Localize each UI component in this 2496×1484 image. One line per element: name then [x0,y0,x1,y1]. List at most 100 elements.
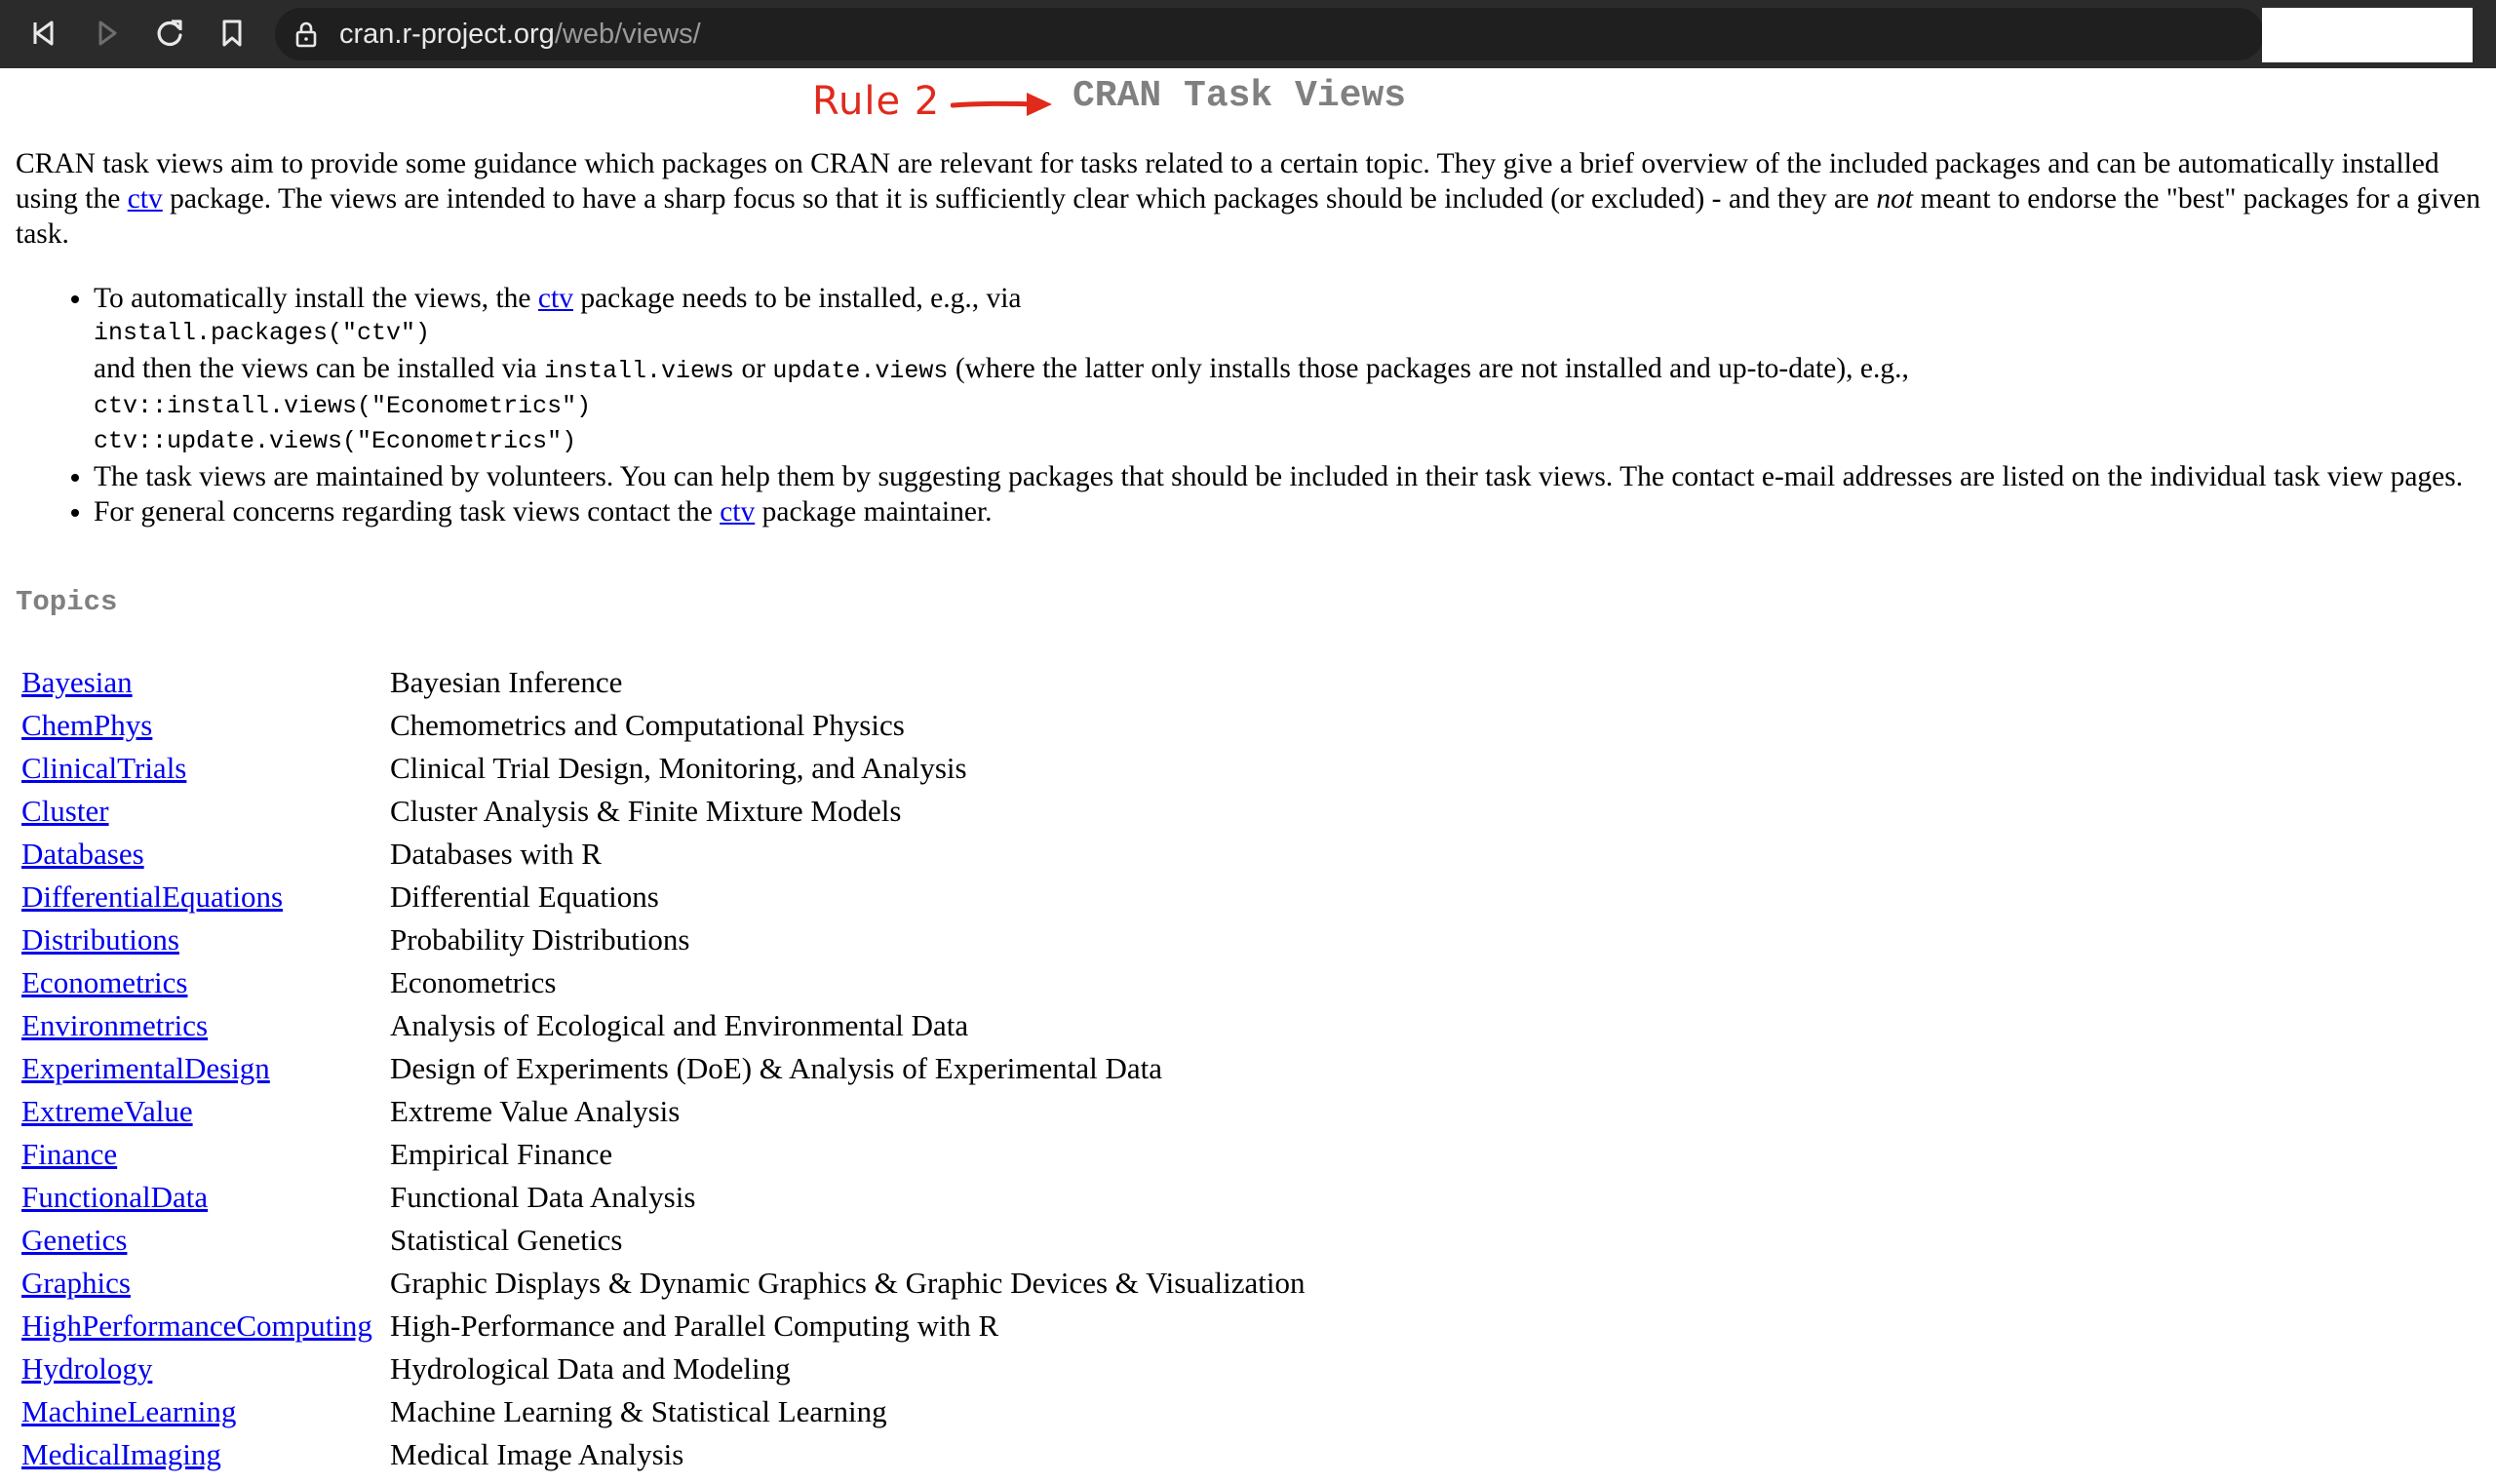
topic-description: Clinical Trial Design, Monitoring, and A… [390,751,967,785]
topic-name-cell: HighPerformanceComputing [16,1305,384,1347]
topic-link[interactable]: ChemPhys [21,708,152,742]
topic-link[interactable]: ExperimentalDesign [21,1051,270,1085]
topic-description: Extreme Value Analysis [390,1094,681,1128]
topic-link[interactable]: Databases [21,837,144,871]
table-row: Distributions Probability Distributions [16,918,1311,961]
intro-emphasis: not [1876,183,1914,215]
topics-table-body: Bayesian Bayesian Inference ChemPhys Chemom… [16,661,1311,1476]
list-item: The task views are maintained by volunte… [94,459,2496,494]
reload-icon[interactable] [150,14,189,53]
topic-description: Machine Learning & Statistical Learning [390,1394,887,1428]
annotation-label: Rule 2 [812,79,941,124]
topics-table: Bayesian Bayesian Inference ChemPhys Chemom… [16,661,1311,1476]
table-row: Graphics Graphic Displays & Dynamic Graph… [16,1262,1311,1305]
page-content: Rule 2 CRAN Task Views CRAN task views a… [0,68,2496,1484]
topic-name-cell: Cluster [16,790,384,833]
table-row: MedicalImaging Medical Image Analysis [16,1433,1311,1476]
topic-description: Differential Equations [390,879,659,914]
topic-name-cell: Graphics [16,1262,384,1305]
code-install-views: install.views [544,357,735,385]
topic-description: Bayesian Inference [390,665,623,699]
topic-link[interactable]: Econometrics [21,965,187,999]
topic-name-cell: Genetics [16,1219,384,1262]
ctv-link[interactable]: ctv [720,496,755,527]
topic-description: Hydrological Data and Modeling [390,1351,791,1386]
topic-name-cell: Environmetrics [16,1004,384,1047]
redacted-area [2262,8,2473,62]
topic-link[interactable]: HighPerformanceComputing [21,1308,372,1343]
topic-link[interactable]: MedicalImaging [21,1437,221,1471]
table-row: ChemPhys Chemometrics and Computational P… [16,704,1311,747]
table-row: ClinicalTrials Clinical Trial Design, Mon… [16,747,1311,790]
topic-name-cell: MedicalImaging [16,1433,384,1476]
topic-link[interactable]: Environmetrics [21,1008,208,1042]
topic-description: High-Performance and Parallel Computing … [390,1308,999,1343]
topic-name-cell: Hydrology [16,1347,384,1390]
forward-icon[interactable] [88,14,127,53]
table-row: Genetics Statistical Genetics [16,1219,1311,1262]
topic-description: Medical Image Analysis [390,1437,684,1471]
list-item: For general concerns regarding task view… [94,494,2496,529]
table-row: Bayesian Bayesian Inference [16,661,1311,704]
browser-toolbar: cran.r-project.org/web/views/ [0,0,2496,68]
topic-description: Probability Distributions [390,922,690,957]
bullet-text: (where the latter only installs those pa… [948,353,1909,384]
topic-name-cell: ClinicalTrials [16,747,384,790]
code-ctv-install: ctv::install.views("Econometrics") [94,392,592,420]
table-row: Environmetrics Analysis of Ecological and… [16,1004,1311,1047]
topic-link[interactable]: Genetics [21,1223,127,1257]
topic-link[interactable]: MachineLearning [21,1394,236,1428]
bullet-text: and then the views can be installed via [94,353,545,384]
ctv-link[interactable]: ctv [538,283,573,314]
topic-link[interactable]: Cluster [21,794,109,828]
code-install-packages: install.packages("ctv") [94,319,431,347]
table-row: MachineLearning Machine Learning & Statis… [16,1390,1311,1433]
url-host: cran.r-project.org [339,19,555,50]
topic-link[interactable]: DifferentialEquations [21,879,283,914]
bullet-text: To automatically install the views, the [94,283,538,314]
ctv-link[interactable]: ctv [128,183,163,215]
table-row: Databases Databases with R [16,833,1311,876]
bookmark-icon[interactable] [213,14,252,53]
lock-icon [294,20,318,48]
intro-paragraph: CRAN task views aim to provide some guid… [16,146,2486,252]
info-list: To automatically install the views, the … [0,281,2496,529]
topic-link[interactable]: ExtremeValue [21,1094,193,1128]
table-row: HighPerformanceComputing High-Performance… [16,1305,1311,1347]
topic-link[interactable]: Graphics [21,1266,131,1300]
topic-description: Graphic Displays & Dynamic Graphics & Gr… [390,1266,1306,1300]
topic-description: Empirical Finance [390,1137,613,1171]
topic-name-cell: Bayesian [16,661,384,704]
bullet-text: package maintainer. [755,496,993,527]
url-text[interactable]: cran.r-project.org/web/views/ [339,20,701,49]
topic-description: Functional Data Analysis [390,1180,696,1214]
table-row: ExperimentalDesign Design of Experiments … [16,1047,1311,1090]
topic-description: Cluster Analysis & Finite Mixture Models [390,794,902,828]
topics-heading: Topics [16,586,118,618]
topic-link[interactable]: Hydrology [21,1351,152,1386]
topic-name-cell: ExperimentalDesign [16,1047,384,1090]
bullet-text: The task views are maintained by volunte… [94,461,2464,492]
url-path: /web/views/ [554,19,701,50]
topic-description: Econometrics [390,965,557,999]
bullet-text: or [734,353,773,384]
topic-name-cell: DifferentialEquations [16,876,384,918]
topic-description: Chemometrics and Computational Physics [390,708,905,742]
topic-link[interactable]: FunctionalData [21,1180,208,1214]
topic-link[interactable]: ClinicalTrials [21,751,186,785]
table-row: DifferentialEquations Differential Equati… [16,876,1311,918]
code-ctv-update: ctv::update.views("Econometrics") [94,427,577,455]
back-icon[interactable] [25,14,64,53]
address-bar[interactable]: cran.r-project.org/web/views/ [275,8,2264,60]
topic-link[interactable]: Bayesian [21,665,133,699]
annotation-arrow-icon [951,93,1052,116]
bullet-text: For general concerns regarding task view… [94,496,721,527]
topic-description: Analysis of Ecological and Environmental… [390,1008,969,1042]
topic-description: Design of Experiments (DoE) & Analysis o… [390,1051,1163,1085]
topic-link[interactable]: Distributions [21,922,179,957]
code-update-views: update.views [772,357,949,385]
topic-link[interactable]: Finance [21,1137,117,1171]
topic-name-cell: Distributions [16,918,384,961]
table-row: FunctionalData Functional Data Analysis [16,1176,1311,1219]
list-item: To automatically install the views, the … [94,281,2496,459]
